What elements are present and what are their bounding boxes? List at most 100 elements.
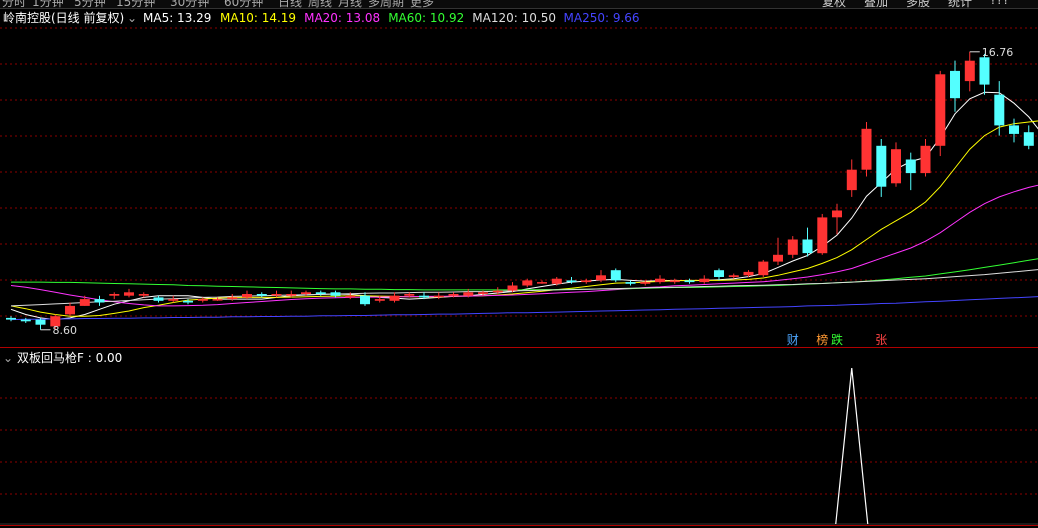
candle — [773, 237, 783, 266]
candle-body — [20, 319, 31, 322]
candle-body — [728, 275, 739, 277]
candle-body — [183, 300, 193, 303]
candle-body — [876, 145, 887, 187]
candle-body — [537, 282, 547, 284]
ma-line-ma20 — [10, 184, 1038, 307]
candle — [920, 139, 931, 177]
candle — [817, 213, 828, 255]
candle-body — [79, 299, 90, 306]
candle — [714, 268, 724, 281]
candle — [20, 317, 31, 323]
candle — [802, 227, 813, 257]
candle — [581, 278, 592, 284]
candle — [669, 278, 680, 284]
candle-body — [1023, 132, 1034, 146]
candle-body — [979, 57, 990, 85]
candle-body — [581, 280, 592, 283]
candles — [6, 51, 1034, 330]
candle-body — [596, 275, 606, 281]
candle-body — [212, 299, 223, 301]
candle-body — [271, 294, 282, 296]
event-marker[interactable]: 财 — [787, 333, 799, 347]
candle — [35, 317, 46, 330]
candle-body — [522, 280, 533, 286]
candle-body — [787, 239, 798, 255]
candle-body — [669, 280, 680, 283]
candle-body — [699, 278, 710, 283]
candle-body — [315, 292, 326, 294]
candle — [389, 292, 400, 303]
annotation-label: 16.76 — [982, 46, 1014, 59]
candle-body — [625, 282, 636, 284]
collapse-icon[interactable]: ⌄ — [3, 350, 13, 366]
candle — [610, 268, 621, 283]
candle-body — [905, 159, 916, 174]
candle — [950, 60, 960, 112]
candlestick-chart[interactable]: 16.76 8.60 财 榜跌 张 — [0, 0, 1038, 528]
candle-body — [404, 294, 415, 296]
candle — [94, 295, 105, 306]
candle-body — [35, 319, 46, 325]
candle-body — [920, 145, 931, 174]
candle-body — [950, 70, 960, 99]
candle-body — [655, 278, 665, 283]
candle-body — [227, 297, 238, 300]
candle — [964, 51, 975, 92]
candle — [758, 259, 769, 277]
candle — [596, 270, 606, 283]
candle — [699, 275, 710, 284]
candle-body — [773, 254, 783, 262]
chart-header: 岭南控股(日线 前复权) ⌄ MA5: 13.29 MA10: 14.19 MA20… — [0, 9, 1038, 27]
stock-title[interactable]: 岭南控股(日线 前复权) — [3, 9, 124, 27]
candle — [271, 290, 282, 298]
candle-body — [802, 239, 813, 254]
price-annotation: 16.76 — [969, 46, 1014, 59]
candle — [153, 295, 164, 303]
candle-body — [507, 285, 518, 291]
event-marker[interactable]: 跌 — [831, 332, 843, 347]
candle — [994, 81, 1005, 136]
candle-body — [478, 292, 488, 294]
candle-body — [994, 94, 1005, 126]
candle — [979, 53, 990, 95]
candle — [787, 236, 798, 259]
candle — [891, 142, 901, 187]
candle-body — [330, 292, 341, 296]
candle — [109, 292, 120, 300]
candle-body — [65, 305, 75, 315]
candle-body — [817, 217, 828, 254]
candle — [1023, 125, 1034, 150]
candle-body — [94, 299, 105, 303]
candle-body — [684, 280, 695, 283]
candle-body — [448, 294, 459, 296]
candle-body — [197, 299, 208, 301]
ma-legend-item: MA60: 10.92 — [388, 11, 465, 25]
candle — [65, 302, 75, 317]
candle-body — [891, 149, 901, 184]
candle-body — [389, 295, 400, 301]
candle-body — [433, 295, 444, 298]
ma-legend-item: MA5: 13.29 — [143, 11, 212, 25]
event-marker[interactable]: 榜 — [816, 332, 828, 347]
candle — [6, 316, 16, 322]
candle-body — [168, 299, 179, 301]
event-marker[interactable]: 张 — [875, 333, 887, 347]
moving-average-lines — [10, 91, 1038, 321]
candle — [227, 294, 238, 301]
candle — [360, 292, 370, 306]
indicator-label[interactable]: 双板回马枪F : 0.00 — [17, 350, 122, 366]
collapse-icon[interactable]: ⌄ — [127, 9, 137, 27]
candle-body — [6, 317, 16, 320]
ma-legend-item: MA10: 14.19 — [220, 11, 297, 25]
candle-body — [301, 292, 311, 294]
candle-body — [1009, 125, 1019, 134]
ma-line-ma5 — [10, 91, 1038, 321]
candle — [684, 278, 695, 284]
event-markers: 财 榜跌 张 — [787, 332, 888, 347]
candle — [1009, 118, 1019, 143]
candle-body — [345, 295, 356, 298]
ma-legend-item: MA250: 9.66 — [563, 11, 640, 25]
candle — [256, 292, 267, 298]
candle-body — [242, 294, 252, 298]
candle — [625, 280, 636, 286]
